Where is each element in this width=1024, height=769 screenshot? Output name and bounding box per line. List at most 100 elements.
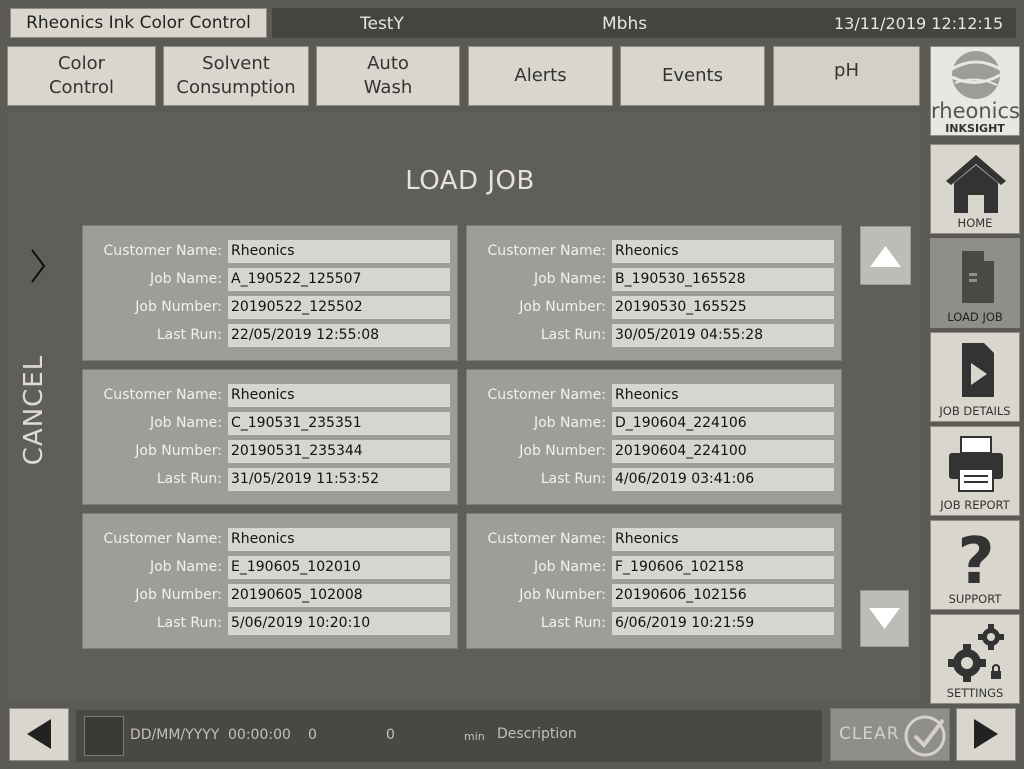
field-value-job-number: 20190604_224100 <box>612 440 834 463</box>
brand-name: rheonics <box>931 99 1020 123</box>
sidebar-settings-button[interactable]: SETTINGS <box>930 614 1020 704</box>
printer-icon <box>949 436 1003 492</box>
arrow-down-icon <box>869 608 900 629</box>
sidebar-support-label: SUPPORT <box>948 592 1002 606</box>
field-label-customer: Customer Name: <box>487 243 606 259</box>
footer-time: 00:00:00 <box>228 727 291 743</box>
job-card[interactable]: Customer Name: Rheonics Job Name: F_190606_… <box>466 513 842 649</box>
footer-status-bar: DD/MM/YYYY 00:00:00 0 0 min Description <box>76 710 822 762</box>
field-label-customer: Customer Name: <box>103 243 222 259</box>
field-label-job-name: Job Name: <box>533 559 606 575</box>
expand-chevron[interactable] <box>20 240 56 300</box>
field-label-job-name: Job Name: <box>149 415 222 431</box>
rheonics-logo: rheonics INKSIGHT <box>930 46 1020 136</box>
field-value-job-name: F_190606_102158 <box>612 556 834 579</box>
sidebar-load-job-label: LOAD JOB <box>947 310 1003 324</box>
field-label-last-run: Last Run: <box>540 327 606 343</box>
field-label-last-run: Last Run: <box>156 327 222 343</box>
sidebar-home-label: HOME <box>957 216 993 230</box>
sidebar-job-details-label: JOB DETAILS <box>939 404 1011 418</box>
question-icon: ? <box>957 525 994 599</box>
field-label-job-name: Job Name: <box>533 271 606 287</box>
field-value-last-run: 5/06/2019 10:20:10 <box>228 612 450 635</box>
check-circle-icon <box>904 715 946 757</box>
tab-color-control[interactable]: Color Control <box>7 46 156 106</box>
page-title: LOAD JOB <box>405 166 535 196</box>
tab-alerts[interactable]: Alerts <box>468 46 613 106</box>
footer-date: DD/MM/YYYY <box>130 727 220 743</box>
field-label-customer: Customer Name: <box>103 531 222 547</box>
rheonics-globe-icon <box>951 51 1001 99</box>
job-card[interactable]: Customer Name: Rheonics Job Name: A_190522_… <box>82 225 458 361</box>
sidebar-load-job-button[interactable]: LOAD JOB <box>930 238 1020 328</box>
field-value-last-run: 6/06/2019 10:21:59 <box>612 612 834 635</box>
field-label-job-number: Job Number: <box>135 587 222 603</box>
field-label-job-number: Job Number: <box>519 299 606 315</box>
field-label-job-name: Job Name: <box>149 271 222 287</box>
sidebar-job-report-button[interactable]: JOB REPORT <box>930 426 1020 516</box>
prev-button[interactable] <box>9 708 69 761</box>
field-value-customer: Rheonics <box>612 240 834 263</box>
field-label-last-run: Last Run: <box>156 615 222 631</box>
footer-unit: min <box>464 730 485 743</box>
field-value-last-run: 4/06/2019 03:41:06 <box>612 468 834 491</box>
field-value-job-name: C_190531_235351 <box>228 412 450 435</box>
cancel-button[interactable]: CANCEL <box>14 345 54 475</box>
scroll-up-button[interactable] <box>860 226 911 285</box>
job-card[interactable]: Customer Name: Rheonics Job Name: E_190605_… <box>82 513 458 649</box>
scroll-down-button[interactable] <box>860 590 909 647</box>
cancel-label: CANCEL <box>19 354 49 466</box>
field-value-job-name: E_190605_102010 <box>228 556 450 579</box>
field-value-job-number: 20190530_165525 <box>612 296 834 319</box>
job-card[interactable]: Customer Name: Rheonics Job Name: C_190531_… <box>82 369 458 505</box>
sidebar-settings-label: SETTINGS <box>946 686 1004 700</box>
field-label-job-number: Job Number: <box>135 443 222 459</box>
document-icon <box>962 251 994 303</box>
tab-events[interactable]: Events <box>620 46 765 106</box>
clear-button[interactable]: CLEAR <box>830 708 950 761</box>
tab-solvent-consumption[interactable]: Solvent Consumption <box>163 46 309 106</box>
field-label-last-run: Last Run: <box>540 471 606 487</box>
sidebar-support-button[interactable]: ? SUPPORT <box>930 520 1020 610</box>
field-label-last-run: Last Run: <box>156 471 222 487</box>
field-label-job-number: Job Number: <box>135 299 222 315</box>
footer-value1: 0 <box>308 727 317 743</box>
arrow-right-icon <box>974 719 998 749</box>
field-label-customer: Customer Name: <box>487 387 606 403</box>
field-value-customer: Rheonics <box>228 528 450 551</box>
job-card[interactable]: Customer Name: Rheonics Job Name: B_190530_… <box>466 225 842 361</box>
gear-lock-icon <box>948 624 1004 682</box>
field-value-job-name: B_190530_165528 <box>612 268 834 291</box>
svg-text:?: ? <box>957 525 994 593</box>
arrow-up-icon <box>870 246 901 267</box>
field-value-last-run: 30/05/2019 04:55:28 <box>612 324 834 347</box>
field-label-customer: Customer Name: <box>103 387 222 403</box>
tab-auto-wash[interactable]: Auto Wash <box>316 46 460 106</box>
play-document-icon <box>962 343 994 397</box>
brand-product: INKSIGHT <box>945 122 1005 135</box>
field-value-job-name: D_190604_224106 <box>612 412 834 435</box>
field-value-job-number: 20190606_102156 <box>612 584 834 607</box>
field-value-job-name: A_190522_125507 <box>228 268 450 291</box>
app-title: Rheonics Ink Color Control <box>10 8 267 38</box>
footer-description: Description <box>497 726 577 742</box>
field-value-job-number: 20190531_235344 <box>228 440 450 463</box>
machine-name: TestY <box>360 14 404 34</box>
footer-value2: 0 <box>386 727 395 743</box>
color-swatch <box>84 716 124 756</box>
field-value-last-run: 31/05/2019 11:53:52 <box>228 468 450 491</box>
sidebar-job-details-button[interactable]: JOB DETAILS <box>930 332 1020 422</box>
field-label-last-run: Last Run: <box>540 615 606 631</box>
field-label-job-name: Job Name: <box>533 415 606 431</box>
sidebar-home-button[interactable]: HOME <box>930 144 1020 234</box>
field-label-job-name: Job Name: <box>149 559 222 575</box>
field-label-job-number: Job Number: <box>519 587 606 603</box>
sidebar-job-report-label: JOB REPORT <box>940 498 1010 512</box>
field-value-last-run: 22/05/2019 12:55:08 <box>228 324 450 347</box>
next-button[interactable] <box>956 708 1016 761</box>
tab-ph[interactable]: pH <box>773 46 920 106</box>
field-label-job-number: Job Number: <box>519 443 606 459</box>
job-card[interactable]: Customer Name: Rheonics Job Name: D_190604_… <box>466 369 842 505</box>
field-value-customer: Rheonics <box>228 240 450 263</box>
unit-name: Mbhs <box>602 14 648 34</box>
